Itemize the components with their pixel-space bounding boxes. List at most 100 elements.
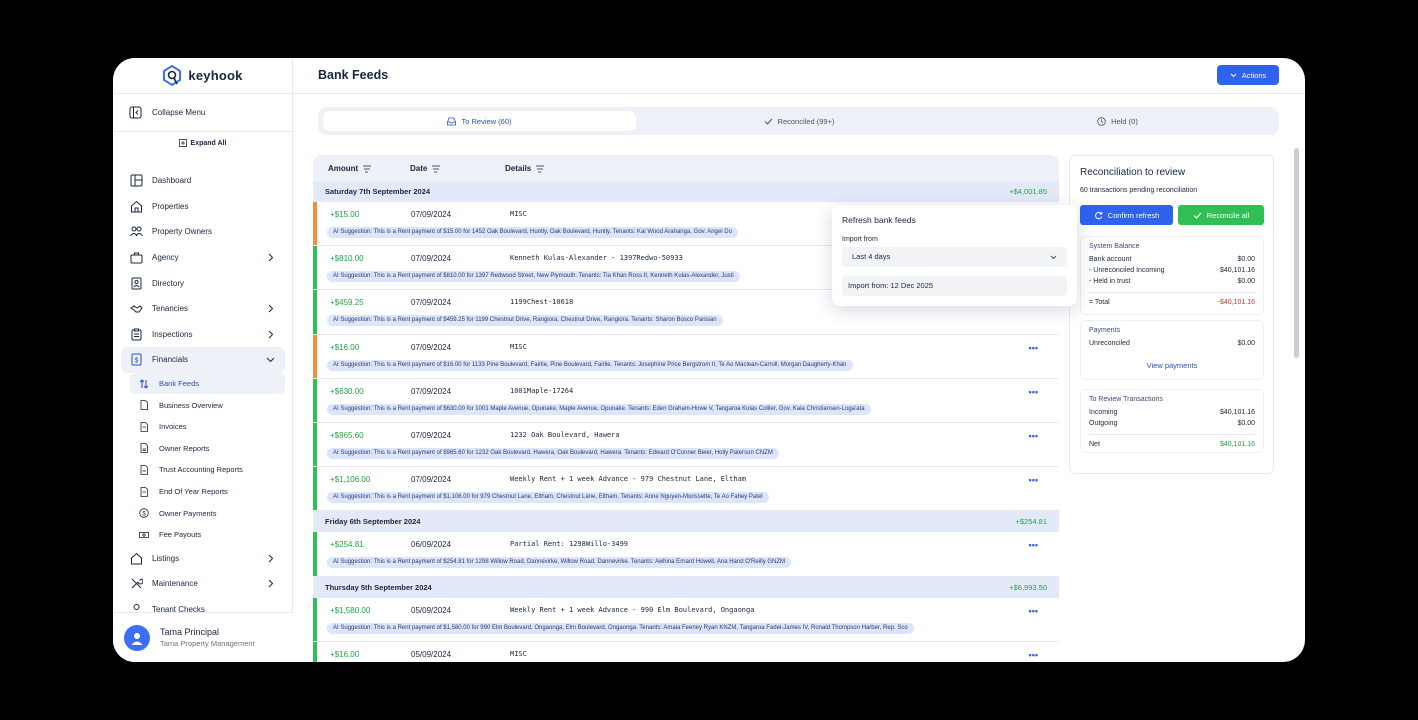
sort-icon	[432, 165, 441, 172]
sidebar-subitem-label: Invoices	[159, 422, 187, 432]
more-options-icon[interactable]: •••	[1029, 387, 1038, 397]
row-amount: +$810.00	[330, 254, 364, 264]
sidebar-subitem-trust-accounting-reports[interactable]: Trust Accounting Reports	[113, 459, 293, 481]
scrollbar[interactable]	[1294, 148, 1299, 358]
sidebar-item-inspections[interactable]: Inspections	[113, 322, 293, 348]
row-details: 1232 Oak Boulevard, Hawera	[510, 430, 620, 439]
kv-label: Net	[1089, 441, 1100, 448]
sidebar-subitem-owner-reports[interactable]: Owner Reports	[113, 438, 293, 460]
sidebar-item-property-owners[interactable]: Property Owners	[113, 219, 293, 245]
sidebar-subitem-fee-payouts[interactable]: Fee Payouts	[113, 524, 293, 546]
review-net-row: Net $40,101.16	[1089, 439, 1255, 450]
more-options-icon[interactable]: •••	[1029, 343, 1038, 353]
table-row[interactable]: +$16.00 05/09/2024 MISC •••	[313, 641, 1059, 662]
sidebar-item-agency[interactable]: Agency	[113, 245, 293, 271]
ai-suggestion[interactable]: AI Suggestion: This is a Rent payment of…	[327, 622, 914, 634]
ai-suggestion[interactable]: AI Suggestion: This is a Rent payment of…	[327, 492, 769, 504]
sidebar-item-label: Directory	[152, 278, 185, 288]
sidebar-subitem-label: Owner Reports	[159, 443, 210, 453]
sidebar-subitem-label: Fee Payouts	[159, 530, 202, 540]
table-row[interactable]: +$16.00 07/09/2024 MISC ••• AI Suggestio…	[313, 334, 1059, 379]
ai-suggestion[interactable]: AI Suggestion: This is a Rent payment of…	[327, 359, 853, 371]
logo[interactable]: keyhook	[113, 58, 292, 94]
sidebar-item-dashboard[interactable]: Dashboard	[113, 168, 293, 194]
date-group-total: +$6,993.50	[1009, 582, 1047, 592]
more-options-icon[interactable]: •••	[1029, 431, 1038, 441]
topbar: Bank Feeds Actions	[293, 58, 1305, 94]
collapse-menu-button[interactable]: Collapse Menu	[113, 94, 292, 132]
chevron-down-icon	[1050, 255, 1057, 260]
actions-button[interactable]: Actions	[1217, 65, 1279, 85]
review-row: Incoming $40,101.16	[1089, 407, 1255, 418]
row-details: Weekly Rent + 1 week Advance - 979 Chest…	[510, 475, 747, 484]
column-details[interactable]: Details	[505, 164, 546, 173]
status-bar	[313, 597, 317, 641]
sidebar-item-directory[interactable]: Directory	[113, 270, 293, 296]
chevron-right-icon	[268, 253, 274, 262]
dollar-circle-icon: $	[139, 508, 149, 518]
kv-label: Outgoing	[1089, 420, 1118, 427]
ai-suggestion[interactable]: AI Suggestion: This is a Rent payment of…	[327, 403, 871, 415]
expand-all-button[interactable]: Expand All	[113, 132, 292, 154]
more-options-icon[interactable]: •••	[1029, 650, 1038, 660]
chevron-down-icon	[266, 357, 275, 363]
more-options-icon[interactable]: •••	[1029, 475, 1038, 485]
ai-suggestion[interactable]: AI Suggestion: This is a Rent payment of…	[327, 271, 740, 283]
sidebar-subitem-owner-payments[interactable]: $ Owner Payments	[113, 502, 293, 524]
ai-suggestion[interactable]: AI Suggestion: This is a Rent payment of…	[327, 447, 779, 459]
ai-suggestion[interactable]: AI Suggestion: This is a Rent payment of…	[327, 557, 792, 569]
status-bar	[313, 246, 317, 290]
sort-icon	[536, 165, 545, 172]
date-group-header: Thursday 5th September 2024 +$6,993.50	[313, 576, 1059, 598]
column-amount[interactable]: Amount	[328, 164, 373, 173]
divider	[1089, 434, 1255, 435]
tab-to-review[interactable]: To Review (60)	[323, 111, 636, 131]
table-row[interactable]: +$965.60 07/09/2024 1232 Oak Boulevard, …	[313, 422, 1059, 468]
table-row[interactable]: +$254.81 06/09/2024 Partial Rent: 1298Wi…	[313, 532, 1059, 577]
date-group-label: Friday 6th September 2024	[325, 517, 421, 527]
row-date: 07/09/2024	[411, 342, 452, 352]
sidebar-item-listings[interactable]: Listings	[113, 546, 293, 572]
sidebar-subitem-business-overview[interactable]: Business Overview	[113, 394, 293, 416]
home-search-icon	[131, 552, 142, 565]
sidebar-item-maintenance[interactable]: Maintenance	[113, 571, 293, 597]
sidebar-subitem-end-of-year-reports[interactable]: End Of Year Reports	[113, 481, 293, 503]
sidebar-item-financials[interactable]: $ Financials	[121, 347, 285, 373]
inbox-icon	[447, 117, 457, 125]
status-bar	[313, 290, 317, 334]
reconcile-all-button[interactable]: Reconcile all	[1178, 205, 1264, 225]
table-header: Amount Date Details	[313, 155, 1059, 181]
table-row[interactable]: +$1,106.00 07/09/2024 Weekly Rent + 1 we…	[313, 467, 1059, 512]
sidebar-item-label: Tenancies	[152, 304, 189, 314]
review-row: Outgoing $0.00	[1089, 418, 1255, 429]
tab-reconciled[interactable]: Reconciled (99+)	[643, 111, 955, 131]
column-date[interactable]: Date	[410, 164, 442, 173]
date-group-total: +$4,001.85	[1009, 187, 1047, 196]
chevron-right-icon	[268, 579, 274, 588]
actions-label: Actions	[1241, 70, 1267, 80]
table-row[interactable]: +$1,580.00 05/09/2024 Weekly Rent + 1 we…	[313, 597, 1059, 642]
check-icon	[1193, 212, 1202, 219]
card-title: System Balance	[1089, 243, 1140, 250]
panel-title: Reconciliation to review	[1080, 167, 1186, 178]
ai-suggestion[interactable]: AI Suggestion: This is a Rent payment of…	[327, 227, 738, 238]
tab-held[interactable]: Held (0)	[961, 111, 1274, 131]
confirm-refresh-button[interactable]: Confirm refresh	[1080, 205, 1173, 225]
view-payments-link[interactable]: View payments	[1089, 361, 1255, 370]
kv-label: - Unreconciled Incoming	[1089, 267, 1165, 274]
divider	[1089, 292, 1255, 293]
more-options-icon[interactable]: •••	[1029, 540, 1038, 550]
people-icon	[130, 226, 143, 237]
import-range-select[interactable]: Last 4 days	[842, 247, 1067, 267]
sidebar-item-label: Properties	[152, 201, 189, 211]
sidebar-item-tenancies[interactable]: Tenancies	[113, 296, 293, 322]
sidebar-subitem-invoices[interactable]: Invoices	[113, 416, 293, 438]
card-title: Payments	[1089, 327, 1121, 334]
sidebar-item-properties[interactable]: Properties	[113, 194, 293, 220]
table-row[interactable]: +$630.00 07/09/2024 1001Maple-17264 ••• …	[313, 378, 1059, 423]
ai-suggestion[interactable]: AI Suggestion: This is a Rent payment of…	[327, 315, 723, 327]
sidebar-subitem-bank-feeds[interactable]: Bank Feeds	[130, 372, 285, 395]
tools-icon	[131, 578, 143, 589]
user-profile[interactable]: Tama Principal Tama Property Management	[113, 612, 293, 662]
more-options-icon[interactable]: •••	[1029, 606, 1038, 616]
